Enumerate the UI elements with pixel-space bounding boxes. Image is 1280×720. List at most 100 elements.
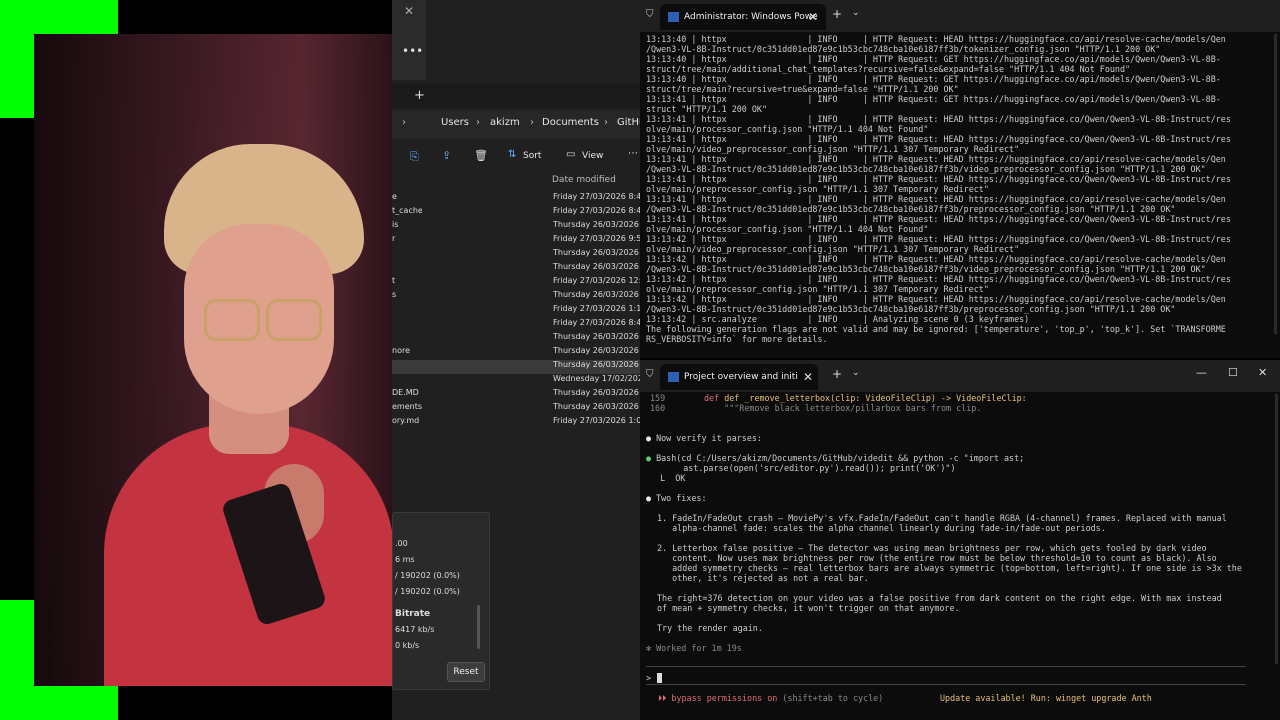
file-row[interactable]: e Friday 27/03/2026 8:42 am: [392, 192, 640, 206]
share-icon[interactable]: ⇪: [442, 149, 451, 162]
code-line: def def _remove_letterbox(clip: VideoFil…: [704, 393, 1027, 403]
file-row[interactable]: t_cache Friday 27/03/2026 8:42 am: [392, 206, 640, 220]
log-line: struct/tree/main/additional_chat_templat…: [646, 64, 1131, 74]
fix2-line-a: 2. Letterbox false positive — The detect…: [657, 543, 1207, 553]
file-row[interactable]: Friday 27/03/2026 8:42 am: [392, 318, 640, 332]
paragraph-line-b: of mean + symmetry checks, it won't trig…: [657, 603, 960, 613]
close-icon[interactable]: ✕: [808, 4, 818, 30]
worked-text: Worked for 1m 19s: [656, 643, 742, 653]
breadcrumb-github[interactable]: GitHu: [617, 117, 640, 128]
log-line: olve/main/video_preprocessor_config.json…: [646, 144, 1020, 154]
file-date-modified: Wednesday 17/02/2021 2:: [553, 374, 640, 383]
permissions-mode[interactable]: bypass permissions on: [671, 693, 777, 703]
close-icon[interactable]: ✕: [404, 4, 414, 18]
bitrate-label: Bitrate: [395, 609, 431, 619]
divider: [646, 684, 1246, 685]
fast-forward-icon: ⏵⏵: [658, 693, 672, 703]
tab-project-overview[interactable]: Project overview and initi ✕: [660, 364, 818, 390]
status-bar: ⏵⏵ bypass permissions on (shift+tab to c…: [658, 693, 883, 703]
log-line: 13:13:41 | httpx | INFO | HTTP Request: …: [646, 154, 1226, 164]
code-docstring: """Remove black letterbox/pillarbox bars…: [704, 403, 982, 413]
file-row[interactable]: t Friday 27/03/2026 12:57 p: [392, 276, 640, 290]
file-row[interactable]: Thursday 26/03/2026 9:48: [392, 248, 640, 262]
log-line: olve/main/processor_config.json "HTTP/1.…: [646, 224, 929, 234]
stat-value: .00: [395, 539, 408, 548]
close-icon[interactable]: ✕: [803, 364, 813, 390]
file-name: ements.txt: [392, 402, 422, 411]
chevron-down-icon[interactable]: ⌄: [852, 8, 860, 18]
file-row[interactable]: Thursday 26/03/2026 10:: [392, 332, 640, 346]
chevron-down-icon[interactable]: ⌄: [852, 368, 860, 378]
minimize-icon[interactable]: —: [1196, 366, 1207, 379]
tab-administrator-powershell[interactable]: Administrator: Windows Powe ✕: [660, 4, 826, 30]
fix1-line-a: 1. FadeIn/FadeOut crash — MoviePy's vfx.…: [657, 513, 1227, 523]
file-row[interactable]: nore Thursday 26/03/2026 9:59: [392, 346, 640, 360]
file-date-modified: Friday 27/03/2026 1:11 pm: [553, 304, 640, 313]
close-window-icon[interactable]: ✕: [1258, 366, 1267, 379]
glasses-left-lens: [204, 299, 260, 341]
divider: [646, 666, 1246, 667]
sort-icon[interactable]: ⇅: [508, 149, 516, 160]
asterisk-icon: ✻: [646, 643, 657, 653]
file-row[interactable]: ements.txt Thursday 26/03/2026 10:: [392, 402, 640, 416]
log-line: 13:13:41 | httpx | INFO | HTTP Request: …: [646, 114, 1231, 124]
scrollbar[interactable]: [477, 605, 480, 649]
more-options-icon[interactable]: ⋯: [628, 148, 638, 159]
column-header-date-modified[interactable]: Date modified: [552, 175, 616, 185]
code-line-number: 160: [650, 403, 666, 413]
prompt-input-cursor[interactable]: [657, 673, 662, 683]
file-row[interactable]: Wednesday 17/02/2021 2:: [392, 374, 640, 388]
log-line: 13:13:40 | httpx | INFO | HTTP Request: …: [646, 34, 1226, 44]
tab-title: Administrator: Windows Powe: [684, 12, 818, 22]
powershell-icon: [668, 372, 679, 382]
webcam-feed: [34, 34, 392, 686]
message-two-fixes: ● Two fixes:: [646, 493, 707, 503]
bitrate-value: 6417 kb/s: [395, 625, 435, 634]
rename-icon[interactable]: ⎘: [410, 150, 419, 164]
log-line: olve/main/preprocessor_config.json "HTTP…: [646, 184, 989, 194]
view-icon[interactable]: ▭: [566, 149, 575, 160]
file-row[interactable]: Thursday 26/03/2026 9:48: [392, 262, 640, 276]
file-name: t: [392, 276, 396, 285]
file-name: nore: [392, 346, 410, 355]
file-name: DE.MD: [392, 388, 419, 397]
file-date-modified: Friday 27/03/2026 8:42 am: [553, 192, 640, 201]
scrollbar[interactable]: [1275, 394, 1278, 664]
new-tab-plus-icon[interactable]: +: [414, 88, 425, 103]
log-line: 13:13:41 | httpx | INFO | HTTP Request: …: [646, 174, 1231, 184]
new-tab-plus-icon[interactable]: +: [832, 7, 842, 21]
tool-call-bash: ● Bash(cd C:/Users/akizm/Documents/GitHu…: [646, 453, 1025, 463]
reset-button[interactable]: Reset: [447, 662, 485, 682]
log-line: olve/main/processor_config.json "HTTP/1.…: [646, 124, 929, 134]
delete-icon[interactable]: 🗑: [474, 149, 488, 162]
breadcrumb-documents[interactable]: Documents: [542, 117, 599, 128]
file-row[interactable]: is Thursday 26/03/2026 11:: [392, 220, 640, 234]
paragraph-line-a: The right=376 detection on your video wa…: [657, 593, 1222, 603]
file-date-modified: Thursday 26/03/2026 9:59: [553, 346, 640, 355]
file-row[interactable]: DE.MD Thursday 26/03/2026 9:48: [392, 388, 640, 402]
log-line: 13:13:42 | httpx | INFO | HTTP Request: …: [646, 294, 1226, 304]
chevron-right-icon: ›: [402, 117, 406, 128]
sort-button[interactable]: Sort: [523, 151, 541, 161]
view-button[interactable]: View: [582, 151, 603, 161]
log-line: 13:13:42 | httpx | INFO | HTTP Request: …: [646, 234, 1231, 244]
file-row[interactable]: Friday 27/03/2026 1:11 pm: [392, 304, 640, 318]
more-options-icon[interactable]: •••: [402, 44, 423, 58]
file-row[interactable]: r Friday 27/03/2026 9:57 am: [392, 234, 640, 248]
file-date-modified: Thursday 26/03/2026 10:: [553, 360, 640, 369]
new-tab-plus-icon[interactable]: +: [832, 367, 842, 381]
shield-icon: ⛉: [646, 369, 654, 380]
log-line: 13:13:40 | httpx | INFO | HTTP Request: …: [646, 54, 1221, 64]
scrollbar[interactable]: [1274, 34, 1277, 334]
breadcrumb-users[interactable]: Users: [441, 117, 469, 128]
file-row[interactable]: Thursday 26/03/2026 10:: [392, 360, 640, 374]
chevron-right-icon: ›: [476, 117, 480, 128]
maximize-icon[interactable]: ☐: [1228, 366, 1238, 379]
powershell-icon: [668, 12, 679, 22]
terminal-window-top: ⛉ Administrator: Windows Powe ✕ + ⌄ 13:1…: [640, 0, 1280, 358]
file-row[interactable]: ory.md Friday 27/03/2026 1:09 pm: [392, 416, 640, 430]
file-row[interactable]: s Thursday 26/03/2026 11:: [392, 290, 640, 304]
breadcrumb-akizm[interactable]: akizm: [490, 117, 520, 128]
mode-hint: (shift+tab to cycle): [782, 693, 884, 703]
log-line: struct "HTTP/1.1 200 OK": [646, 104, 768, 114]
